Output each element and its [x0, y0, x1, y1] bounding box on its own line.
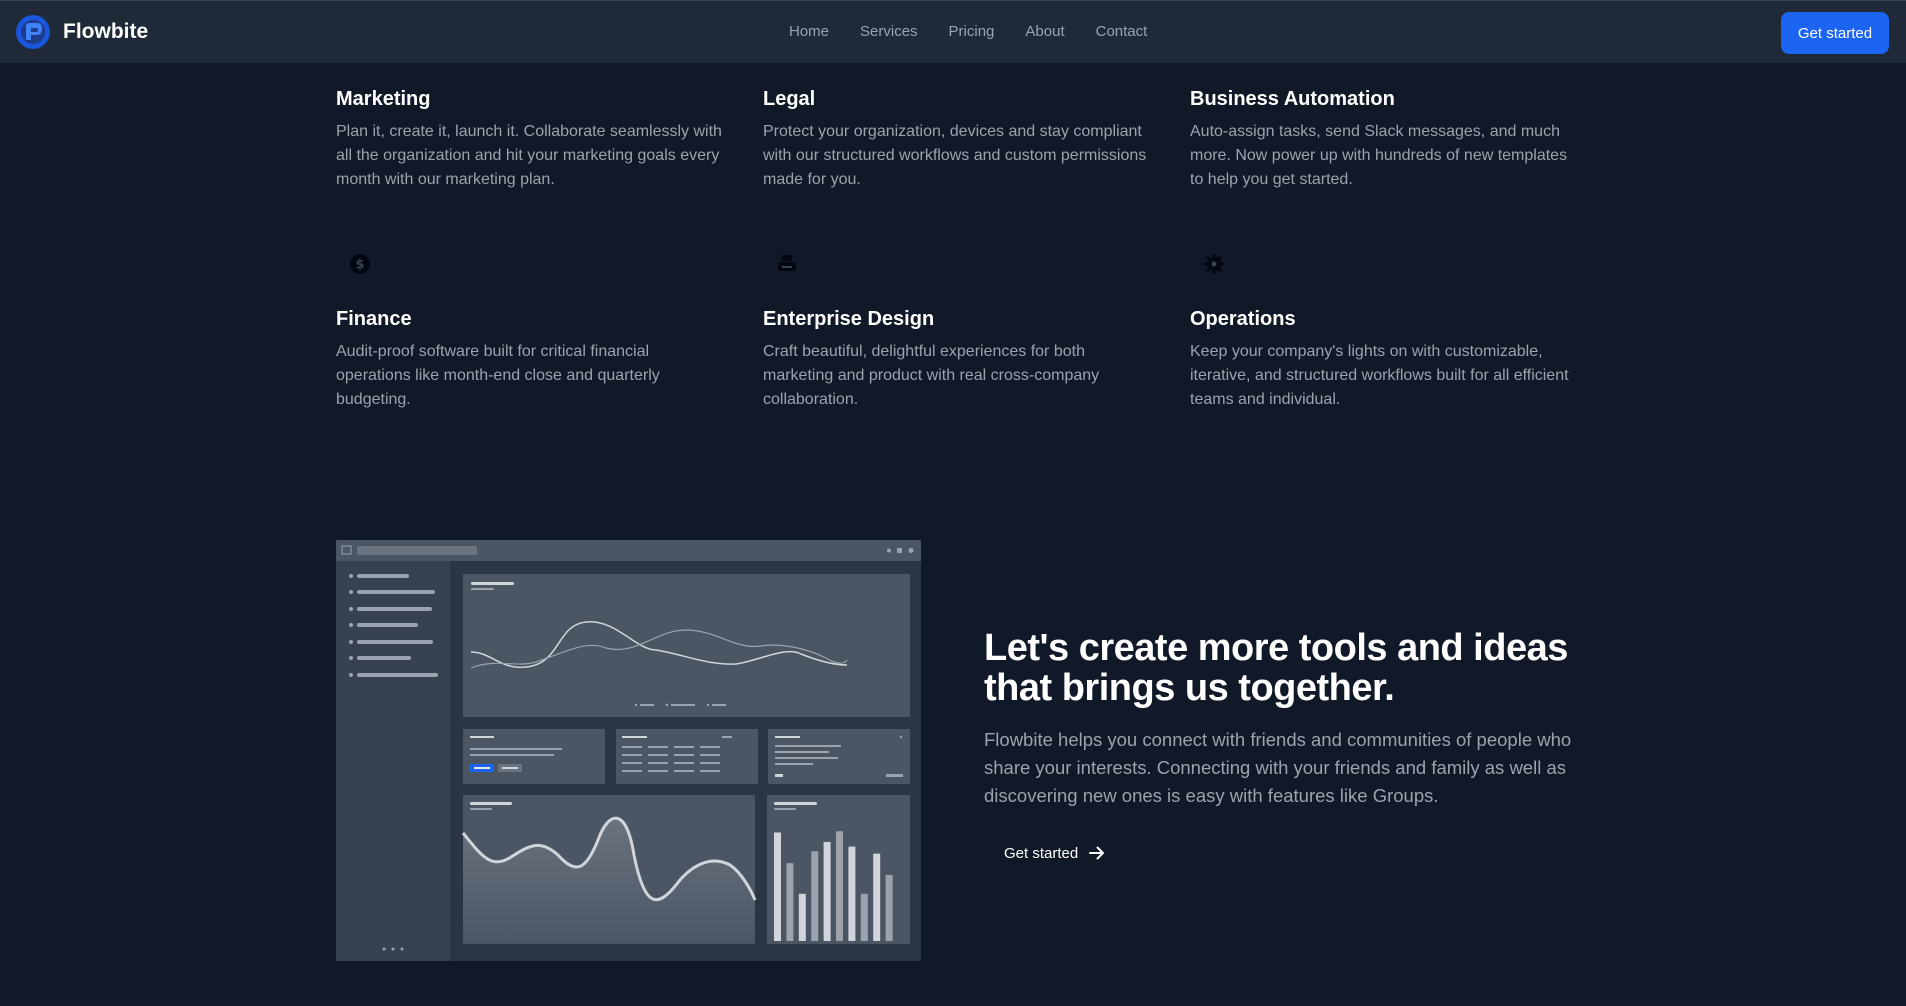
illustration-bar	[860, 893, 868, 941]
feature-business-automation: Business Automation Auto-assign tasks, s…	[1190, 87, 1580, 192]
brand-name: Flowbite	[63, 20, 149, 43]
nav-links: Home Services Pricing About Contact	[789, 23, 1178, 40]
feature-marketing: Marketing Plan it, create it, launch it.…	[336, 87, 726, 192]
gear-icon	[1190, 240, 1238, 288]
flowbite-logo-icon	[16, 15, 50, 49]
nav-link-pricing[interactable]: Pricing	[949, 23, 995, 40]
feature-title: Finance	[336, 308, 412, 330]
printer-icon	[763, 240, 811, 288]
illustration-bar	[823, 841, 831, 941]
feature-title: Business Automation	[1190, 88, 1395, 110]
cta-text: Flowbite helps you connect with friends …	[984, 729, 1572, 806]
feature-description: Craft beautiful, delightful experiences …	[763, 343, 1100, 408]
cta-get-started-button[interactable]: Get started	[989, 838, 1121, 868]
feature-title: Marketing	[336, 88, 431, 110]
illustration-bar	[798, 893, 806, 941]
feature-description: Auto-assign tasks, send Slack messages, …	[1190, 123, 1568, 188]
feature-operations: Operations Keep your company's lights on…	[1190, 307, 1580, 412]
feature-description: Audit-proof software built for critical …	[336, 343, 660, 408]
svg-text:$: $	[355, 258, 364, 273]
dashboard-illustration	[336, 540, 921, 961]
feature-enterprise-design: Enterprise Design Craft beautiful, delig…	[763, 307, 1153, 412]
cta-button-label: Get started	[1004, 844, 1079, 862]
feature-description: Protect your organization, devices and s…	[763, 123, 1147, 188]
illustration-bar	[848, 846, 856, 941]
cta-heading: Let's create more tools and ideas that b…	[984, 627, 1568, 709]
nav-link-about[interactable]: About	[1025, 23, 1064, 40]
illustration-bar	[786, 863, 794, 941]
illustration-bar	[836, 831, 843, 941]
navbar: Flowbite Home Services Pricing About Con…	[0, 0, 1906, 63]
feature-title: Enterprise Design	[763, 308, 935, 330]
nav-link-services[interactable]: Services	[860, 23, 918, 40]
arrow-right-icon	[1089, 846, 1105, 860]
illustration-bar	[811, 851, 819, 941]
feature-title: Legal	[763, 88, 816, 110]
illustration-bar	[873, 853, 881, 941]
nav-link-home[interactable]: Home	[789, 23, 829, 40]
illustration-bar	[774, 832, 781, 941]
nav-link-contact[interactable]: Contact	[1096, 23, 1148, 40]
brand-link[interactable]: Flowbite	[15, 14, 148, 50]
feature-description: Keep your company's lights on with custo…	[1190, 343, 1569, 408]
dollar-circle-icon: $	[336, 240, 384, 288]
feature-finance: Finance Audit-proof software built for c…	[336, 307, 726, 412]
feature-title: Operations	[1190, 308, 1296, 330]
feature-legal: Legal Protect your organization, devices…	[763, 87, 1153, 192]
feature-description: Plan it, create it, launch it. Collabora…	[336, 123, 722, 188]
illustration-bar	[885, 874, 893, 941]
get-started-button[interactable]: Get started	[1781, 12, 1889, 54]
